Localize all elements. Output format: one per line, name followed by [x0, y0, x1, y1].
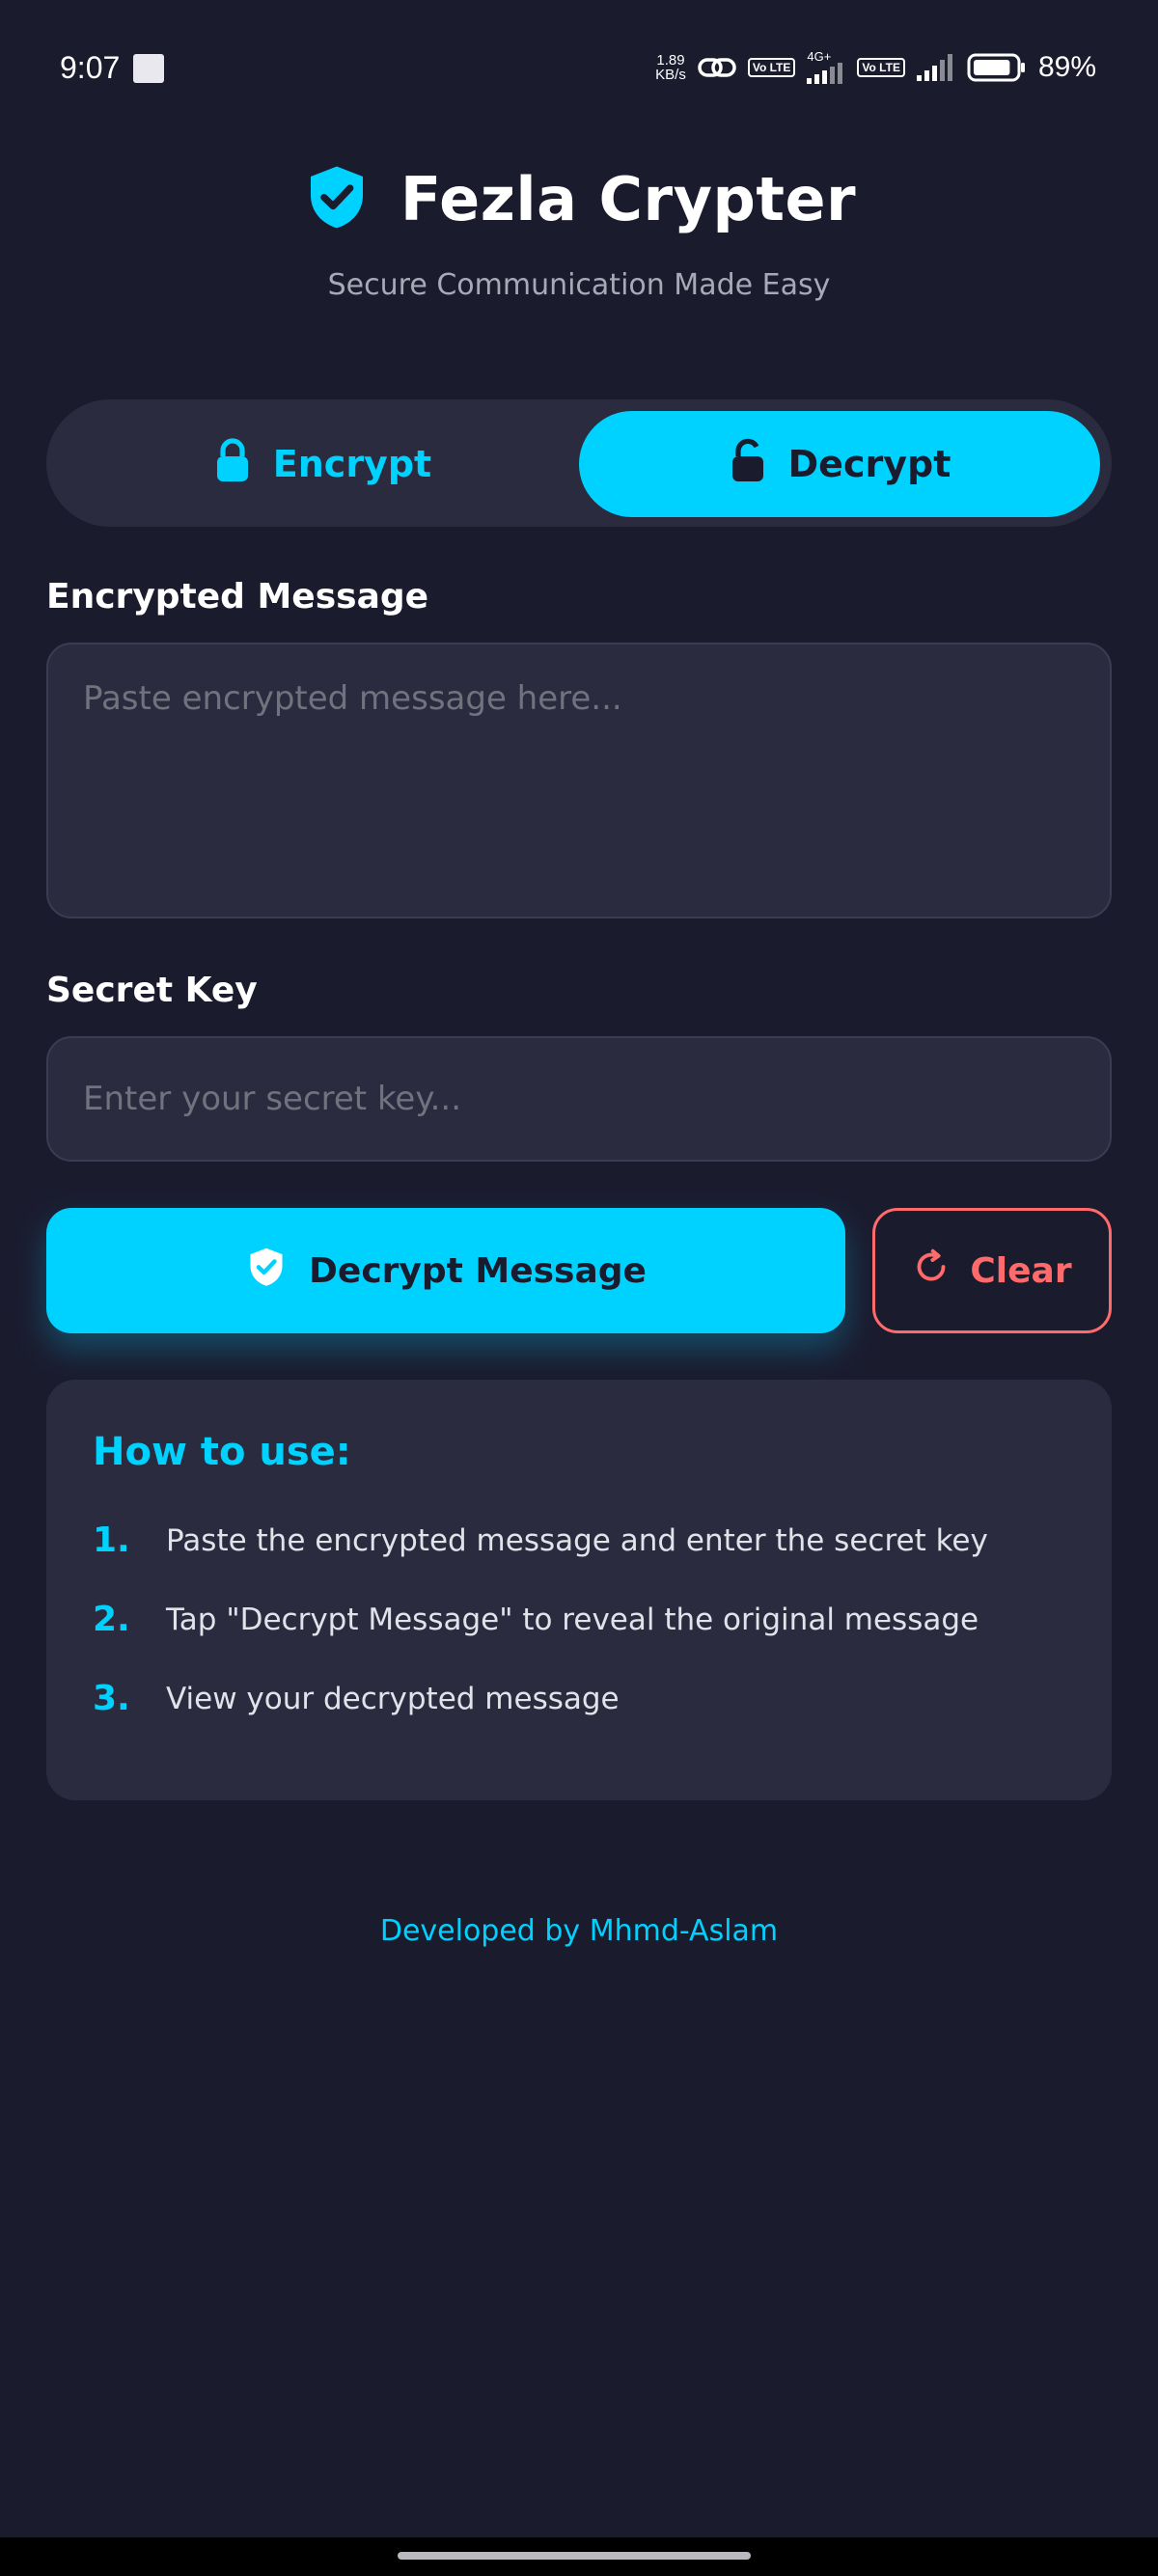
how-to-card: How to use: 1. Paste the encrypted messa…	[46, 1380, 1112, 1800]
app-title: Fezla Crypter	[400, 163, 857, 234]
refresh-icon	[912, 1247, 951, 1295]
secret-key-label: Secret Key	[46, 971, 258, 1010]
clear-label: Clear	[970, 1250, 1072, 1291]
shield-check-icon	[302, 162, 372, 235]
tab-decrypt[interactable]: Decrypt	[579, 411, 1100, 517]
step-number: 2.	[93, 1600, 130, 1639]
battery-icon	[967, 53, 1027, 82]
tab-encrypt-label: Encrypt	[272, 443, 432, 485]
secret-key-input[interactable]	[46, 1036, 1112, 1162]
status-icons: 1.89 KB/s Vo LTE 4G+ Vo LTE 89%	[655, 50, 1096, 84]
status-bar: 9:07 1.89 KB/s Vo LTE 4G+ Vo LTE 89%	[0, 0, 1158, 135]
tab-encrypt[interactable]: Encrypt	[62, 411, 583, 517]
developer-credit: Developed by Mhmd-Aslam	[379, 1914, 779, 1948]
lock-closed-icon	[213, 437, 252, 492]
list-item: 1. Paste the encrypted message and enter…	[93, 1521, 988, 1560]
home-indicator[interactable]	[398, 2552, 751, 2560]
network-type: 4G+	[807, 49, 832, 64]
app-subtitle: Secure Communication Made Easy	[327, 268, 831, 302]
decrypt-message-label: Decrypt Message	[309, 1250, 647, 1291]
tab-decrypt-label: Decrypt	[787, 443, 951, 485]
signal-icon-2	[916, 53, 955, 81]
step-number: 3.	[93, 1679, 130, 1718]
encrypted-message-input[interactable]	[46, 643, 1112, 918]
message-label: Encrypted Message	[46, 577, 429, 617]
step-text: Tap "Decrypt Message" to reveal the orig…	[166, 1602, 979, 1637]
signal-icon: 4G+	[807, 50, 845, 84]
decrypt-message-button[interactable]: Decrypt Message	[46, 1208, 845, 1333]
step-text: View your decrypted message	[166, 1681, 620, 1716]
list-item: 2. Tap "Decrypt Message" to reveal the o…	[93, 1600, 979, 1639]
step-text: Paste the encrypted message and enter th…	[166, 1522, 988, 1558]
network-speed: 1.89 KB/s	[655, 53, 686, 82]
battery-percent: 89%	[1037, 50, 1096, 83]
notification-icon	[133, 54, 164, 83]
network-speed-value: 1.89	[656, 51, 685, 69]
volte-badge: Vo LTE	[747, 57, 796, 77]
shield-check-icon	[245, 1246, 288, 1297]
status-time: 9:07	[60, 50, 121, 85]
volte-badge-2: Vo LTE	[857, 57, 905, 77]
clear-button[interactable]: Clear	[872, 1208, 1112, 1333]
step-number: 1.	[93, 1521, 130, 1560]
list-item: 3. View your decrypted message	[93, 1679, 620, 1718]
how-to-title: How to use:	[93, 1430, 351, 1474]
app-header: Fezla Crypter	[0, 162, 1158, 235]
lock-open-icon	[729, 437, 767, 492]
mode-toggle: Encrypt Decrypt	[46, 399, 1112, 527]
link-icon	[698, 54, 736, 81]
network-speed-unit: KB/s	[655, 66, 686, 83]
